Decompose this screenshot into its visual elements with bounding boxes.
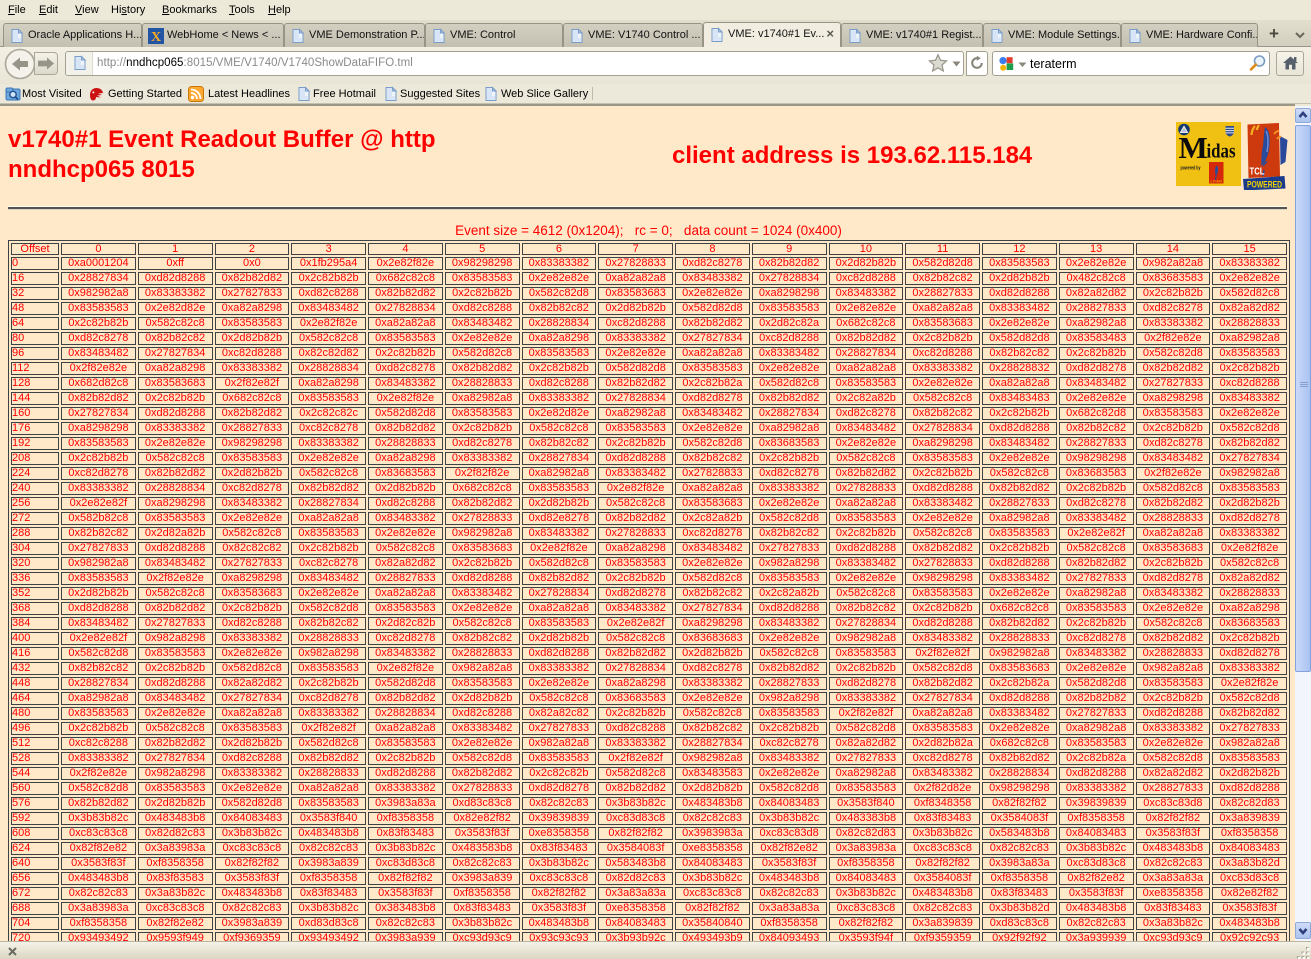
svg-text:L P A R: L P A R xyxy=(1211,180,1223,184)
svg-text:X: X xyxy=(151,30,161,44)
svg-text:M: M xyxy=(1179,130,1208,165)
svg-text:powered by: powered by xyxy=(1181,166,1202,172)
svg-text:TCL: TCL xyxy=(1250,167,1265,178)
svg-text:idas: idas xyxy=(1207,141,1236,163)
svg-text:POWERED: POWERED xyxy=(1247,180,1282,191)
